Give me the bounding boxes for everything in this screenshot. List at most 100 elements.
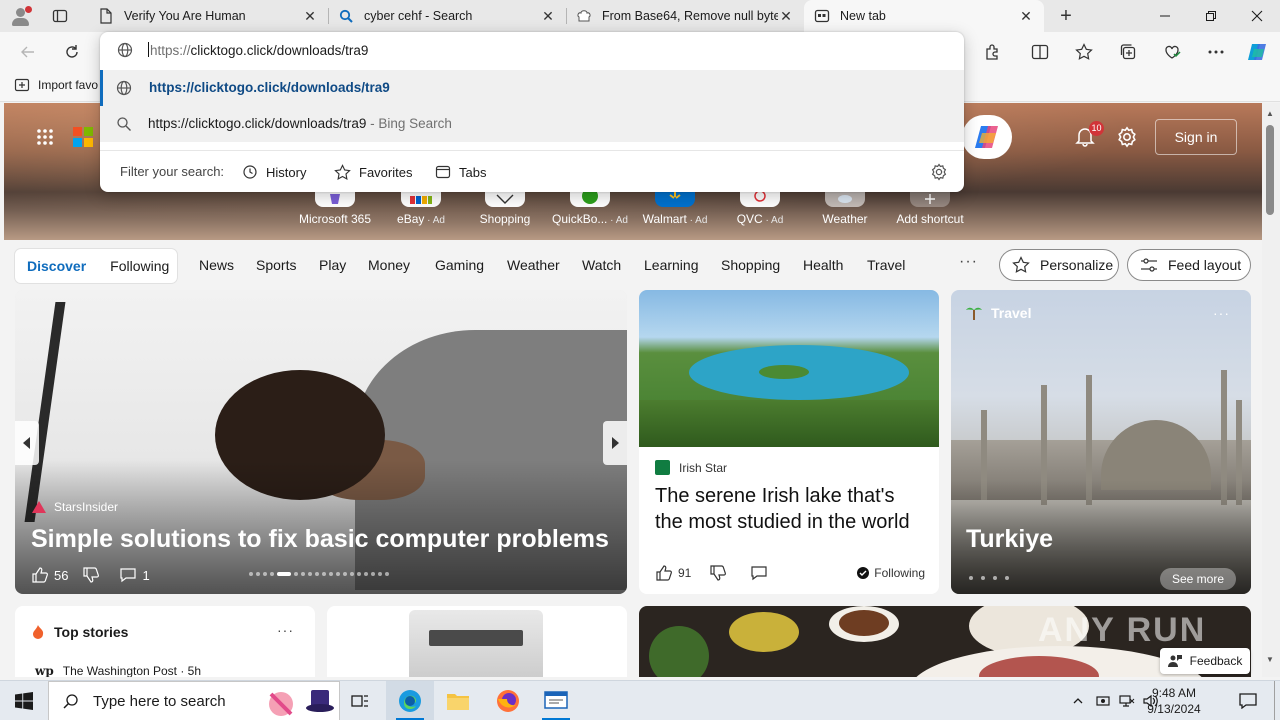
tab-discover[interactable]: Discover — [15, 258, 98, 274]
split-screen-icon[interactable] — [1028, 40, 1052, 64]
show-desktop-button[interactable] — [1274, 681, 1280, 720]
restore-button[interactable] — [1188, 0, 1234, 32]
close-icon[interactable]: ✕ — [302, 8, 318, 24]
import-favorites-link[interactable]: Import favo — [14, 78, 98, 92]
address-input[interactable]: https://clicktogo.click/downloads/tra9 — [148, 42, 368, 58]
taskbar-file-explorer[interactable] — [434, 681, 482, 720]
settings-gear-icon[interactable] — [930, 163, 948, 184]
extensions-icon[interactable] — [980, 40, 1004, 64]
feed-layout-button[interactable]: Feed layout — [1127, 249, 1251, 281]
see-more-button[interactable]: See more — [1160, 568, 1236, 590]
page-scrollbar[interactable]: ▲ ▼ — [1262, 103, 1280, 677]
copilot-button[interactable] — [962, 115, 1012, 159]
tab-search[interactable]: cyber cehf - Search ✕ — [328, 0, 566, 32]
comments-button[interactable]: 1 — [119, 567, 150, 583]
taskbar-firefox[interactable] — [484, 681, 532, 720]
travel-card[interactable]: Travel ··· Turkiye See more — [951, 290, 1251, 594]
filter-favorites[interactable]: Favorites — [334, 161, 412, 183]
product-ad-card[interactable] — [327, 606, 627, 677]
nav-learning[interactable]: Learning — [644, 257, 699, 273]
tab-following[interactable]: Following — [98, 258, 181, 274]
windows-logo-icon — [15, 692, 33, 710]
comments-button[interactable] — [750, 565, 773, 581]
article-source[interactable]: StarsInsider — [32, 500, 118, 514]
nav-sports[interactable]: Sports — [256, 257, 296, 273]
article-title[interactable]: The serene Irish lake that's the most st… — [655, 483, 925, 535]
article-title[interactable]: Simple solutions to fix basic computer p… — [31, 525, 609, 554]
card-more-button[interactable]: ··· — [277, 622, 294, 638]
close-icon[interactable]: ✕ — [540, 8, 556, 24]
close-icon[interactable]: ✕ — [778, 8, 794, 24]
suggestion-search[interactable]: https://clicktogo.click/downloads/tra9 -… — [100, 106, 964, 142]
windows-taskbar: Type here to search 9:48 AM 9/13/2024 — [0, 680, 1280, 720]
start-button[interactable] — [0, 681, 48, 720]
scroll-up-arrow-icon[interactable]: ▲ — [1266, 109, 1274, 118]
card-more-button[interactable]: ··· — [1213, 305, 1230, 321]
travel-destination[interactable]: Turkiye — [966, 525, 1053, 554]
tab-strip: Verify You Are Human ✕ cyber cehf - Sear… — [0, 0, 1280, 32]
scrollbar-thumb[interactable] — [1266, 125, 1274, 215]
minimize-button[interactable] — [1142, 0, 1188, 32]
dislike-button[interactable] — [709, 564, 732, 582]
nav-watch[interactable]: Watch — [582, 257, 621, 273]
filter-history[interactable]: History — [242, 161, 306, 183]
action-center-icon[interactable] — [1232, 681, 1264, 720]
ebay-icon — [410, 196, 432, 204]
browser-essentials-icon[interactable] — [1160, 40, 1184, 64]
refresh-icon[interactable] — [60, 40, 84, 64]
article-source[interactable]: Irish Star — [655, 460, 727, 475]
nav-play[interactable]: Play — [319, 257, 346, 273]
source-name: StarsInsider — [54, 500, 119, 514]
task-view-button[interactable] — [336, 681, 384, 720]
following-status[interactable]: Following — [857, 566, 925, 580]
dislike-button[interactable] — [82, 566, 105, 584]
scroll-down-arrow-icon[interactable]: ▼ — [1266, 655, 1274, 664]
tab-cyberchef[interactable]: From Base64, Remove null bytes ✕ — [566, 0, 804, 32]
tab-actions-icon[interactable] — [48, 4, 72, 28]
close-window-button[interactable] — [1234, 0, 1280, 32]
tab-verify[interactable]: Verify You Are Human ✕ — [88, 0, 328, 32]
carousel-next-button[interactable] — [603, 421, 627, 465]
source-name: Irish Star — [679, 460, 728, 475]
sign-in-button[interactable]: Sign in — [1155, 119, 1237, 155]
copilot-icon[interactable] — [1245, 40, 1269, 64]
article-source[interactable]: wp The Washington Post · 5h — [35, 664, 201, 677]
nav-travel[interactable]: Travel — [867, 257, 905, 273]
address-bar[interactable]: https://clicktogo.click/downloads/tra9 — [100, 32, 964, 70]
taskbar-app-window[interactable] — [532, 681, 580, 720]
filter-tabs[interactable]: Tabs — [435, 161, 486, 183]
nav-weather[interactable]: Weather — [507, 257, 560, 273]
tab-title: cyber cehf - Search — [364, 9, 473, 23]
article-card-irish-lake[interactable]: Irish Star The serene Irish lake that's … — [639, 290, 939, 594]
new-tab-button[interactable]: + — [1054, 4, 1078, 28]
tab-newtab[interactable]: New tab ✕ — [804, 0, 1044, 32]
show-hidden-icons-button[interactable] — [1068, 681, 1088, 720]
nav-shopping[interactable]: Shopping — [721, 257, 780, 273]
network-icon[interactable] — [1116, 681, 1138, 720]
more-options-icon[interactable] — [1204, 40, 1228, 64]
taskbar-search-box[interactable]: Type here to search — [48, 681, 340, 720]
app-launcher-icon[interactable] — [36, 128, 54, 149]
suggestion-url[interactable]: https://clicktogo.click/downloads/tra9 — [100, 70, 964, 106]
taskbar-clock[interactable]: 9:48 AM 9/13/2024 — [1136, 685, 1212, 717]
page-settings-gear-icon[interactable] — [1116, 126, 1138, 151]
microsoft-logo-icon[interactable] — [73, 127, 93, 147]
nav-more-button[interactable]: ··· — [959, 253, 978, 271]
back-arrow-icon[interactable] — [16, 40, 40, 64]
taskbar-edge[interactable] — [386, 681, 434, 720]
defender-tray-icon[interactable] — [1092, 681, 1114, 720]
close-icon[interactable]: ✕ — [1018, 8, 1034, 24]
collections-icon[interactable] — [1116, 40, 1140, 64]
nav-health[interactable]: Health — [803, 257, 843, 273]
like-button[interactable]: 91 — [655, 564, 691, 582]
like-button[interactable]: 56 — [31, 566, 68, 584]
nav-gaming[interactable]: Gaming — [435, 257, 484, 273]
nav-money[interactable]: Money — [368, 257, 410, 273]
profile-avatar-icon[interactable] — [8, 4, 32, 28]
carousel-prev-button[interactable] — [15, 421, 39, 465]
nav-news[interactable]: News — [199, 257, 234, 273]
personalize-button[interactable]: Personalize — [999, 249, 1119, 281]
feedback-button[interactable]: Feedback — [1160, 648, 1250, 674]
featured-article-card[interactable]: StarsInsider Simple solutions to fix bas… — [15, 290, 627, 594]
favorites-star-icon[interactable] — [1072, 40, 1096, 64]
